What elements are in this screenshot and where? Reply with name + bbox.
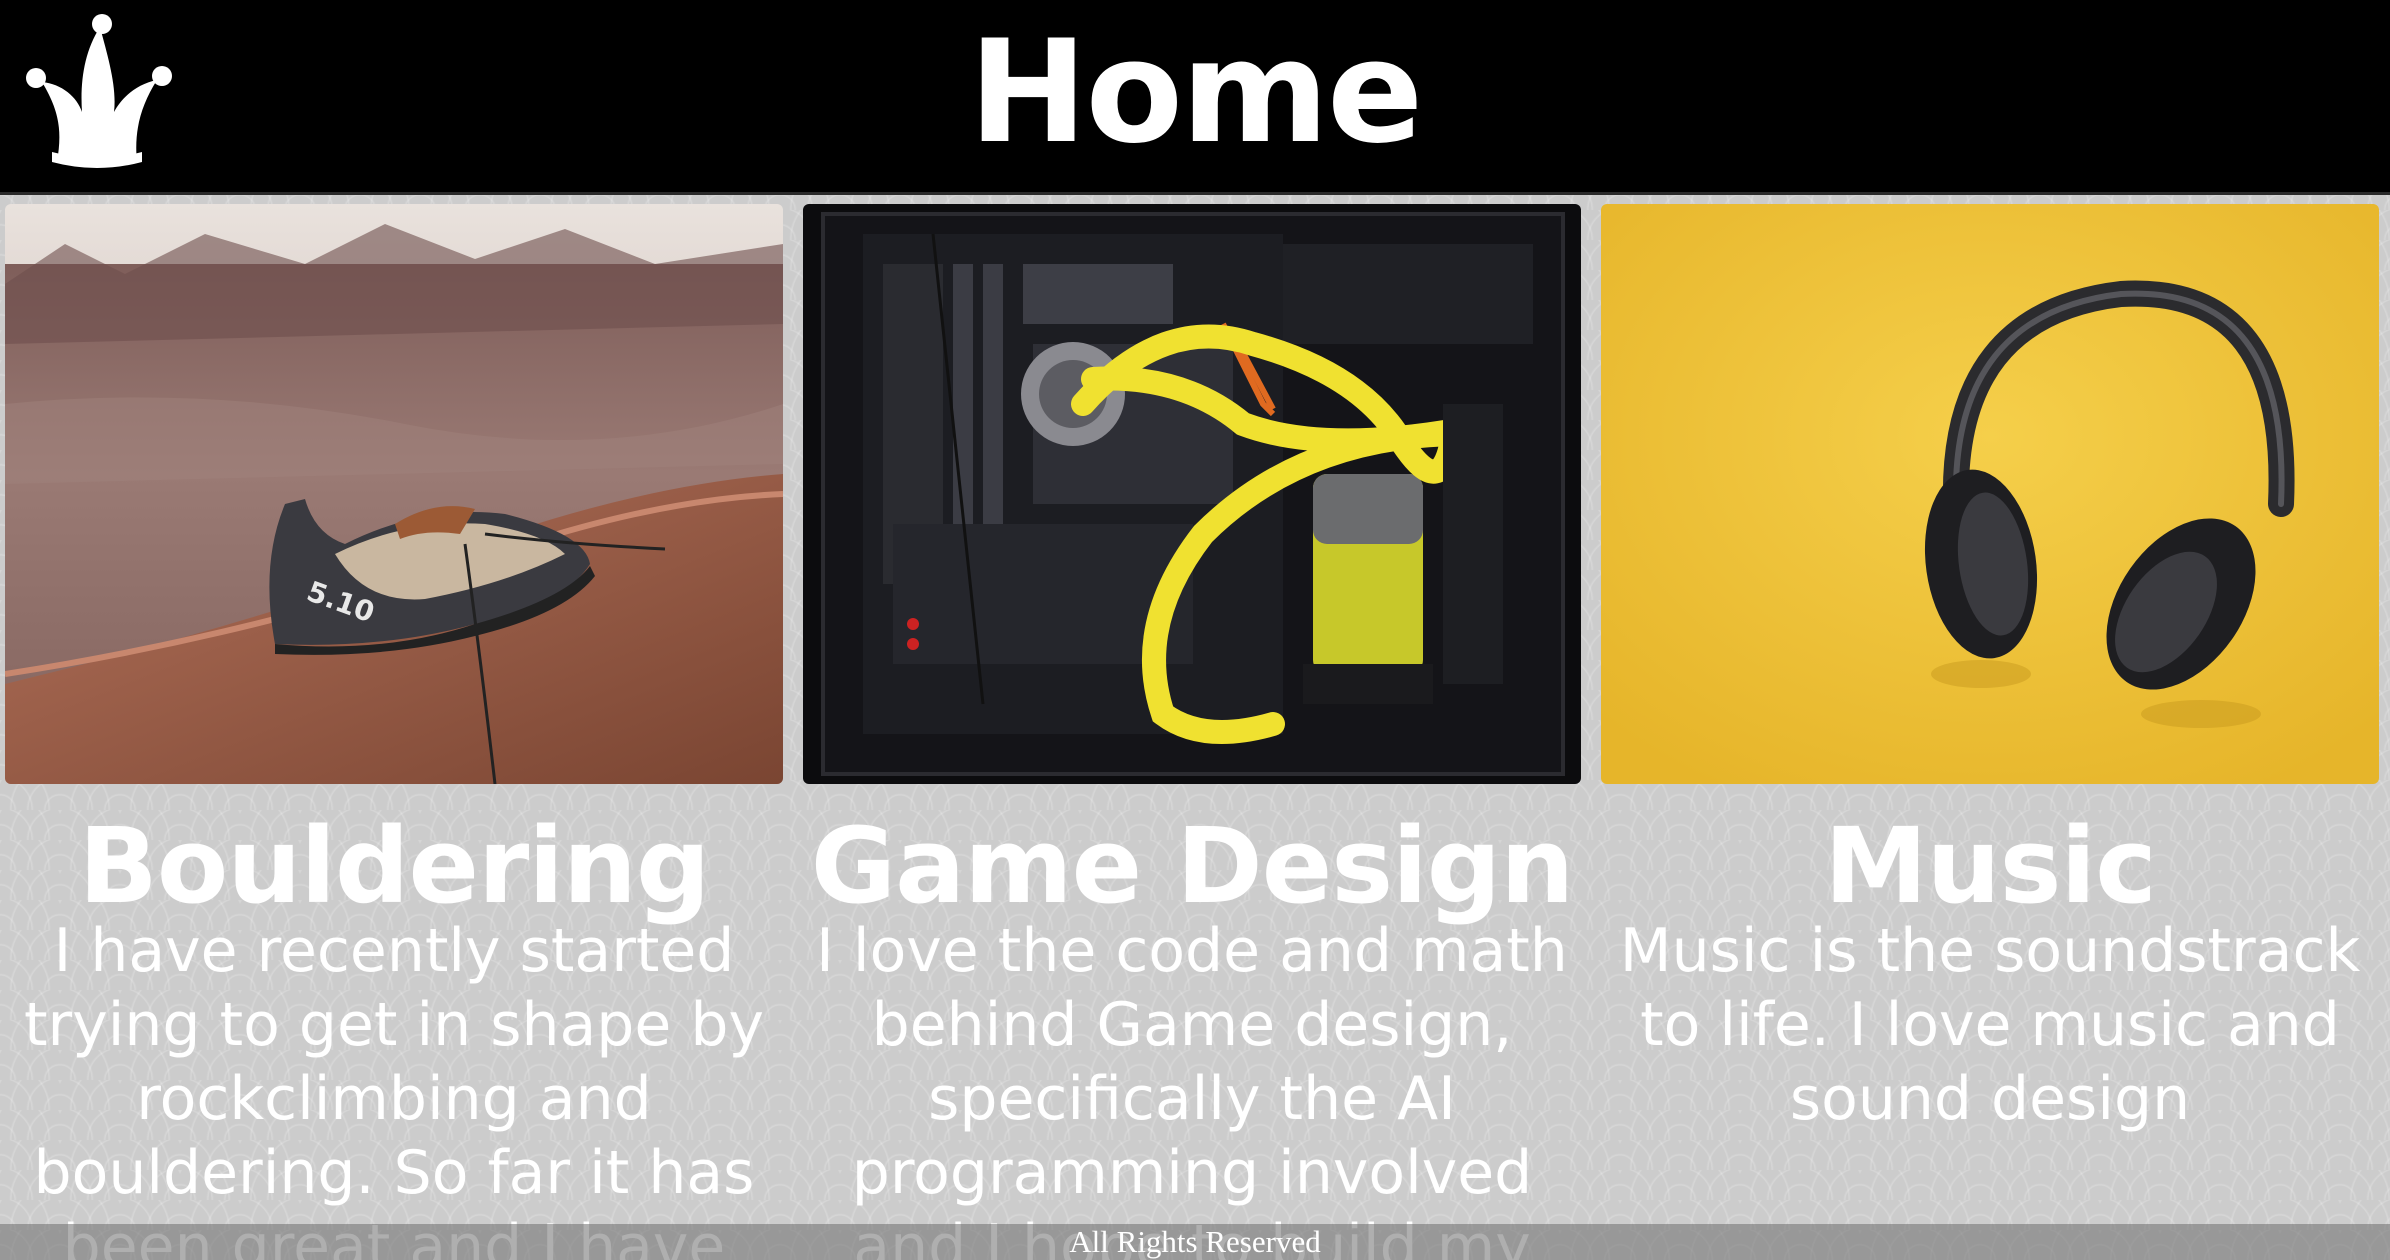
headphones-photo — [1601, 204, 2379, 784]
page-title: Home — [968, 10, 1424, 175]
interest-cards: 5.10 Bouldering I have recently started … — [0, 204, 2390, 1260]
climbing-shoe-photo: 5.10 — [5, 204, 783, 784]
pc-interior-photo — [803, 204, 1581, 784]
card-title-bouldering: Bouldering — [78, 805, 711, 927]
card-game-design: Game Design I love the code and math beh… — [803, 204, 1581, 1260]
site-footer: All Rights Reserved — [0, 1224, 2390, 1260]
card-music: Music Music is the soundstrack to life. … — [1601, 204, 2379, 1260]
card-title-music: Music — [1824, 805, 2157, 927]
page: Home 5.10 Bouldering I have recently sta… — [0, 0, 2390, 1260]
card-bouldering: 5.10 Bouldering I have recently started … — [5, 204, 783, 1260]
card-text-bouldering: I have recently started trying to get in… — [24, 916, 764, 1260]
card-text-game-design: I love the code and math behind Game des… — [816, 916, 1568, 1260]
site-header: Home — [0, 0, 2390, 195]
card-title-game-design: Game Design — [810, 805, 1575, 927]
card-text-music: Music is the soundstrack to life. I love… — [1619, 916, 2361, 1134]
